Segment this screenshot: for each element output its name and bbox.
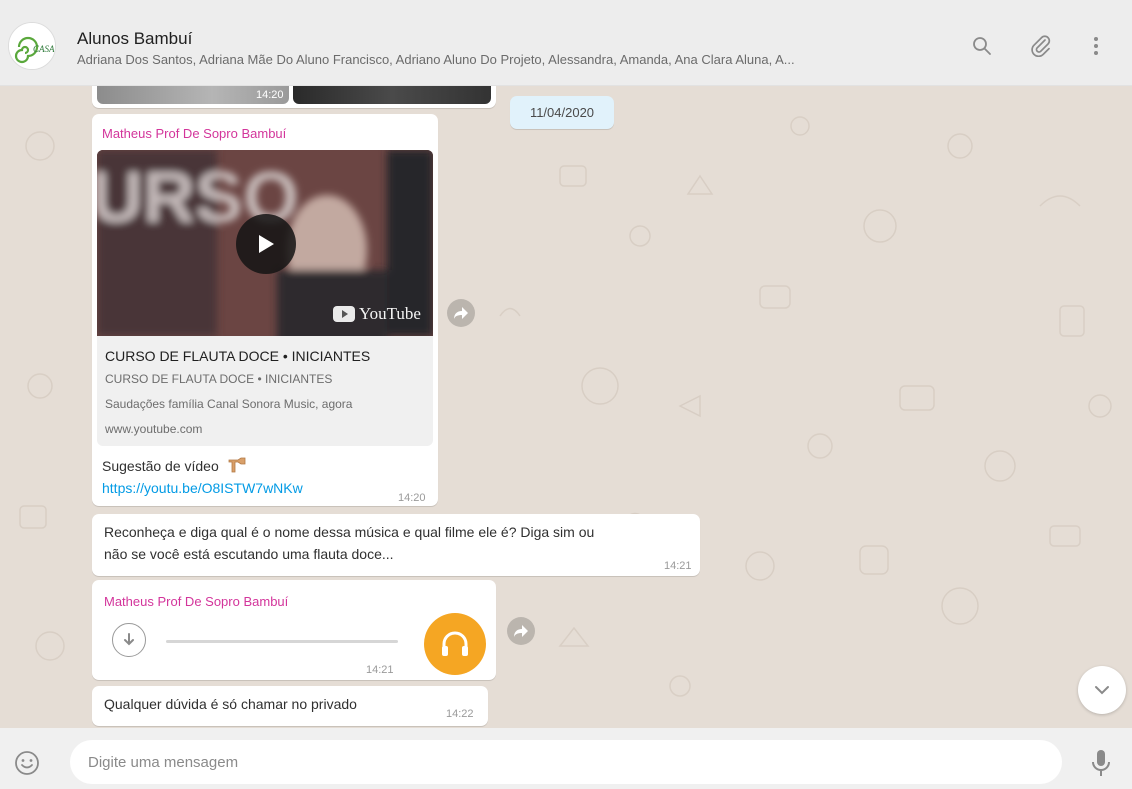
- audio-avatar-circle: [424, 613, 486, 675]
- search-icon[interactable]: [970, 34, 994, 58]
- forward-icon: [454, 307, 468, 319]
- message-input-box[interactable]: [70, 740, 1062, 784]
- message-time: 14:21: [366, 664, 394, 676]
- group-name[interactable]: Alunos Bambuí: [77, 29, 192, 49]
- youtube-icon: [333, 306, 355, 322]
- preview-description: Saudações família Canal Sonora Music, ag…: [105, 397, 353, 411]
- message-line-2: não se você está escutando uma flauta do…: [104, 546, 394, 562]
- preview-domain: www.youtube.com: [105, 422, 203, 436]
- link-message[interactable]: Matheus Prof De Sopro Bambuí URSO YouTub…: [92, 114, 438, 506]
- message-input[interactable]: [88, 750, 1028, 774]
- text-message[interactable]: Qualquer dúvida é só chamar no privado 1…: [92, 686, 488, 726]
- headphones-icon: [424, 613, 486, 675]
- group-logo: CASA: [9, 23, 55, 69]
- previous-media-message[interactable]: 14:20: [92, 86, 496, 108]
- audio-download-button[interactable]: [112, 623, 146, 657]
- mic-icon[interactable]: [1090, 748, 1112, 778]
- message-text: Sugestão de vídeo: [102, 456, 247, 476]
- audio-message[interactable]: Matheus Prof De Sopro Bambuí 14:21: [92, 580, 496, 680]
- pointing-down-emoji-icon: [228, 457, 246, 473]
- chat-area[interactable]: 14:20 11/04/2020 Matheus Prof De Sopro B…: [0, 86, 1132, 728]
- forward-button[interactable]: [447, 299, 475, 327]
- group-avatar[interactable]: CASA: [8, 22, 56, 70]
- youtube-label: YouTube: [359, 304, 421, 323]
- message-time: 14:22: [446, 708, 474, 720]
- message-time: 14:20: [256, 89, 284, 101]
- chevron-down-icon: [1095, 686, 1109, 695]
- message-time: 14:20: [398, 492, 426, 504]
- message-link[interactable]: https://youtu.be/O8ISTW7wNKw: [102, 478, 303, 498]
- group-members[interactable]: Adriana Dos Santos, Adriana Mãe Do Aluno…: [77, 52, 937, 67]
- text-message[interactable]: Reconheça e diga qual é o nome dessa mús…: [92, 514, 700, 576]
- play-icon: [259, 235, 274, 253]
- preview-title: CURSO DE FLAUTA DOCE • INICIANTES: [105, 348, 371, 364]
- message-line-1: Reconheça e diga qual é o nome dessa mús…: [104, 524, 595, 540]
- attach-icon[interactable]: [1029, 34, 1053, 58]
- link-preview[interactable]: URSO YouTube CURSO DE FLAUTA DOCE • INIC…: [97, 150, 433, 446]
- menu-icon[interactable]: [1084, 34, 1108, 58]
- audio-progress-bar[interactable]: [166, 640, 398, 643]
- emoji-icon[interactable]: [14, 750, 40, 776]
- forward-icon: [514, 625, 528, 637]
- message-time: 14:21: [664, 560, 692, 572]
- group-logo-text: CASA: [33, 44, 55, 54]
- date-chip: 11/04/2020: [510, 96, 614, 129]
- video-thumbnail[interactable]: URSO YouTube: [97, 150, 433, 336]
- play-button[interactable]: [236, 214, 296, 274]
- message-sender[interactable]: Matheus Prof De Sopro Bambuí: [102, 126, 286, 141]
- message-body: Sugestão de vídeo: [102, 458, 219, 474]
- forward-button[interactable]: [507, 617, 535, 645]
- preview-subtitle: CURSO DE FLAUTA DOCE • INICIANTES: [105, 372, 333, 386]
- media-thumbnail[interactable]: [293, 86, 491, 104]
- scroll-down-button[interactable]: [1078, 666, 1126, 714]
- audio-sender-avatar: [424, 613, 486, 675]
- chat-header: CASA Alunos Bambuí Adriana Dos Santos, A…: [0, 0, 1132, 86]
- message-composer: [0, 728, 1132, 789]
- message-sender[interactable]: Matheus Prof De Sopro Bambuí: [104, 594, 288, 609]
- message-body: Qualquer dúvida é só chamar no privado: [104, 696, 357, 712]
- youtube-watermark: YouTube: [333, 304, 421, 324]
- download-arrow-icon: [124, 633, 134, 646]
